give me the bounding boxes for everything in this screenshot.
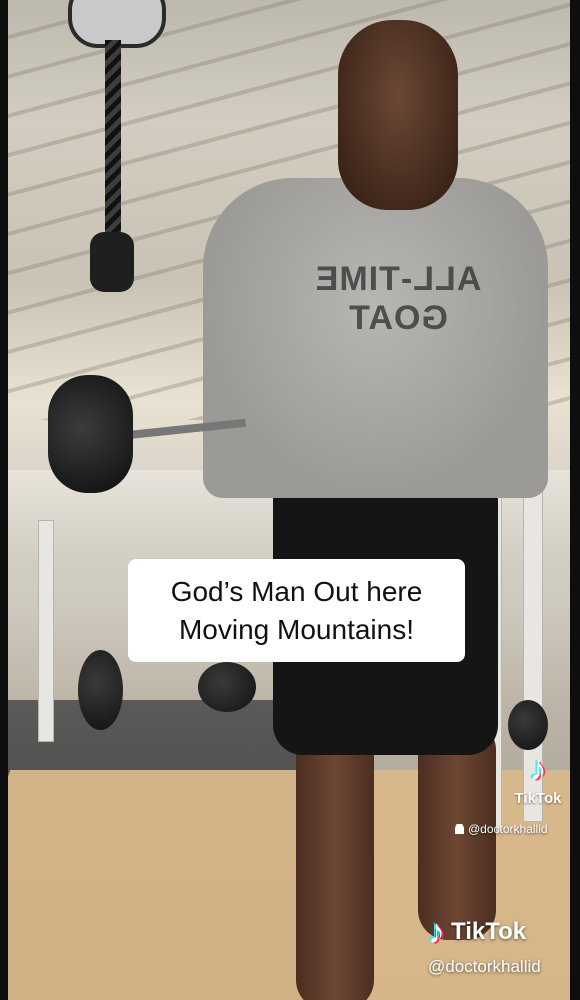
caption-box: God’s Man Out here Moving Mountains! (128, 559, 465, 662)
tiktok-username-small: @doctorkhallid (455, 822, 548, 836)
user-icon (455, 824, 464, 834)
pulley (90, 232, 134, 292)
weight-plate (198, 662, 256, 712)
username-text: @doctorkhallid (468, 822, 548, 836)
right-border (570, 0, 580, 1000)
tiktok-brand: TikTok (514, 790, 562, 807)
tricep-rope (105, 40, 121, 255)
person-shirt (203, 178, 548, 498)
caption-line-1: God’s Man Out here (170, 575, 423, 607)
left-border (0, 0, 8, 1000)
tiktok-watermark-large: ♪ TikTok @doctorkhallid (428, 915, 541, 977)
shirt-print: ALL-TIME GOAT (314, 260, 482, 337)
tiktok-logo-icon: ♪ (428, 913, 445, 951)
weight-rack-left (38, 520, 54, 742)
caption-line-2: Moving Mountains! (178, 613, 414, 645)
tiktok-watermark-small: ♪ TikTok (504, 752, 570, 807)
tiktok-logo-icon: ♪ (529, 750, 547, 788)
tiktok-brand: TikTok (451, 918, 527, 945)
tiktok-username: @doctorkhallid (428, 957, 541, 976)
person-head (338, 20, 458, 210)
dumbbell (48, 375, 133, 493)
weight-plate (508, 700, 548, 750)
video-frame[interactable]: ALL-TIME GOAT God’s Man Out here Moving … (8, 0, 570, 1000)
weight-plate (78, 650, 123, 730)
left-leg (296, 720, 374, 1000)
